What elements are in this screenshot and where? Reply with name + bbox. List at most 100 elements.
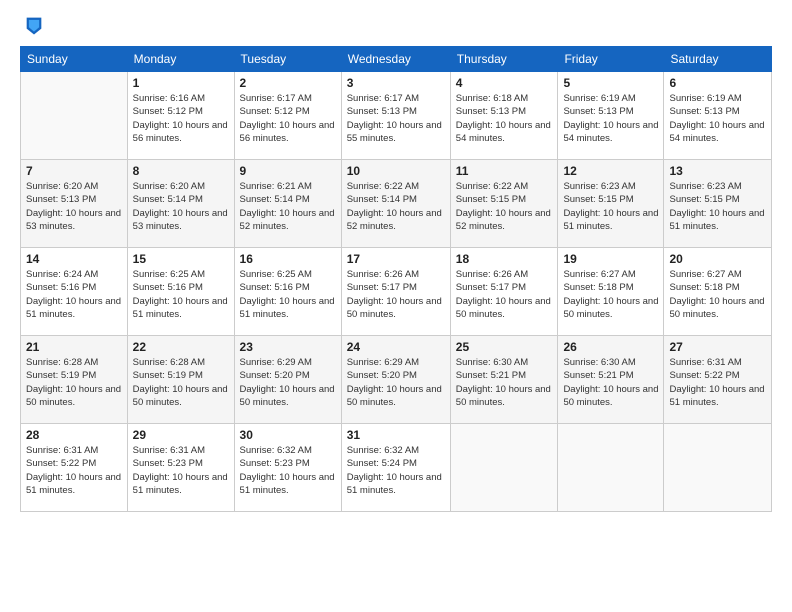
day-info: Sunrise: 6:21 AM Sunset: 5:14 PM Dayligh… [240, 180, 336, 233]
day-info: Sunrise: 6:27 AM Sunset: 5:18 PM Dayligh… [563, 268, 658, 321]
calendar-cell: 31 Sunrise: 6:32 AM Sunset: 5:24 PM Dayli… [341, 424, 450, 512]
day-number: 13 [669, 164, 766, 178]
day-info: Sunrise: 6:19 AM Sunset: 5:13 PM Dayligh… [563, 92, 658, 145]
day-number: 25 [456, 340, 553, 354]
day-number: 30 [240, 428, 336, 442]
day-number: 3 [347, 76, 445, 90]
day-info: Sunrise: 6:25 AM Sunset: 5:16 PM Dayligh… [133, 268, 229, 321]
calendar-cell: 29 Sunrise: 6:31 AM Sunset: 5:23 PM Dayli… [127, 424, 234, 512]
calendar-week-5: 28 Sunrise: 6:31 AM Sunset: 5:22 PM Dayli… [21, 424, 772, 512]
calendar-cell: 12Sunrise: 6:23 AM Sunset: 5:15 PM Dayli… [558, 160, 664, 248]
day-number: 20 [669, 252, 766, 266]
calendar-cell: 6 Sunrise: 6:19 AM Sunset: 5:13 PM Daylig… [664, 72, 772, 160]
day-number: 16 [240, 252, 336, 266]
calendar-cell: 17 Sunrise: 6:26 AM Sunset: 5:17 PM Dayli… [341, 248, 450, 336]
day-number: 8 [133, 164, 229, 178]
day-number: 4 [456, 76, 553, 90]
day-info: Sunrise: 6:31 AM Sunset: 5:23 PM Dayligh… [133, 444, 229, 497]
col-header-tuesday: Tuesday [234, 47, 341, 72]
day-number: 2 [240, 76, 336, 90]
day-info: Sunrise: 6:31 AM Sunset: 5:22 PM Dayligh… [669, 356, 766, 409]
day-number: 22 [133, 340, 229, 354]
day-number: 12 [563, 164, 658, 178]
calendar-cell: 16Sunrise: 6:25 AM Sunset: 5:16 PM Dayli… [234, 248, 341, 336]
day-number: 5 [563, 76, 658, 90]
day-info: Sunrise: 6:28 AM Sunset: 5:19 PM Dayligh… [133, 356, 229, 409]
calendar-cell: 20 Sunrise: 6:27 AM Sunset: 5:18 PM Dayli… [664, 248, 772, 336]
day-number: 21 [26, 340, 122, 354]
day-info: Sunrise: 6:29 AM Sunset: 5:20 PM Dayligh… [240, 356, 336, 409]
calendar-cell: 15Sunrise: 6:25 AM Sunset: 5:16 PM Dayli… [127, 248, 234, 336]
calendar-cell: 3 Sunrise: 6:17 AM Sunset: 5:13 PM Daylig… [341, 72, 450, 160]
calendar-week-4: 21 Sunrise: 6:28 AM Sunset: 5:19 PM Dayli… [21, 336, 772, 424]
calendar-cell [664, 424, 772, 512]
calendar-cell: 25 Sunrise: 6:30 AM Sunset: 5:21 PM Dayli… [450, 336, 558, 424]
day-info: Sunrise: 6:28 AM Sunset: 5:19 PM Dayligh… [26, 356, 122, 409]
day-info: Sunrise: 6:20 AM Sunset: 5:14 PM Dayligh… [133, 180, 229, 233]
calendar-cell: 11Sunrise: 6:22 AM Sunset: 5:15 PM Dayli… [450, 160, 558, 248]
calendar-week-3: 14 Sunrise: 6:24 AM Sunset: 5:16 PM Dayli… [21, 248, 772, 336]
day-number: 6 [669, 76, 766, 90]
calendar-cell: 30 Sunrise: 6:32 AM Sunset: 5:23 PM Dayli… [234, 424, 341, 512]
calendar-week-2: 7 Sunrise: 6:20 AM Sunset: 5:13 PM Daylig… [21, 160, 772, 248]
day-number: 23 [240, 340, 336, 354]
day-number: 10 [347, 164, 445, 178]
day-number: 9 [240, 164, 336, 178]
calendar-cell: 21 Sunrise: 6:28 AM Sunset: 5:19 PM Dayli… [21, 336, 128, 424]
calendar-cell: 13Sunrise: 6:23 AM Sunset: 5:15 PM Dayli… [664, 160, 772, 248]
day-info: Sunrise: 6:18 AM Sunset: 5:13 PM Dayligh… [456, 92, 553, 145]
day-number: 31 [347, 428, 445, 442]
col-header-monday: Monday [127, 47, 234, 72]
calendar-cell: 1Sunrise: 6:16 AM Sunset: 5:12 PM Daylig… [127, 72, 234, 160]
calendar-cell: 4 Sunrise: 6:18 AM Sunset: 5:13 PM Daylig… [450, 72, 558, 160]
day-info: Sunrise: 6:29 AM Sunset: 5:20 PM Dayligh… [347, 356, 445, 409]
day-number: 7 [26, 164, 122, 178]
calendar-header-row: SundayMondayTuesdayWednesdayThursdayFrid… [21, 47, 772, 72]
day-number: 28 [26, 428, 122, 442]
col-header-saturday: Saturday [664, 47, 772, 72]
day-info: Sunrise: 6:32 AM Sunset: 5:24 PM Dayligh… [347, 444, 445, 497]
col-header-thursday: Thursday [450, 47, 558, 72]
logo [20, 18, 47, 36]
day-number: 24 [347, 340, 445, 354]
calendar-cell [558, 424, 664, 512]
calendar-cell: 28 Sunrise: 6:31 AM Sunset: 5:22 PM Dayli… [21, 424, 128, 512]
day-info: Sunrise: 6:31 AM Sunset: 5:22 PM Dayligh… [26, 444, 122, 497]
calendar-cell: 24 Sunrise: 6:29 AM Sunset: 5:20 PM Dayli… [341, 336, 450, 424]
day-info: Sunrise: 6:30 AM Sunset: 5:21 PM Dayligh… [456, 356, 553, 409]
day-info: Sunrise: 6:22 AM Sunset: 5:14 PM Dayligh… [347, 180, 445, 233]
calendar-cell: 9 Sunrise: 6:21 AM Sunset: 5:14 PM Daylig… [234, 160, 341, 248]
day-number: 17 [347, 252, 445, 266]
day-info: Sunrise: 6:17 AM Sunset: 5:12 PM Dayligh… [240, 92, 336, 145]
calendar-cell: 18Sunrise: 6:26 AM Sunset: 5:17 PM Dayli… [450, 248, 558, 336]
day-info: Sunrise: 6:27 AM Sunset: 5:18 PM Dayligh… [669, 268, 766, 321]
day-number: 14 [26, 252, 122, 266]
day-number: 27 [669, 340, 766, 354]
col-header-sunday: Sunday [21, 47, 128, 72]
calendar-cell: 10 Sunrise: 6:22 AM Sunset: 5:14 PM Dayli… [341, 160, 450, 248]
calendar-cell: 19 Sunrise: 6:27 AM Sunset: 5:18 PM Dayli… [558, 248, 664, 336]
day-info: Sunrise: 6:26 AM Sunset: 5:17 PM Dayligh… [456, 268, 553, 321]
day-info: Sunrise: 6:26 AM Sunset: 5:17 PM Dayligh… [347, 268, 445, 321]
calendar-week-1: 1Sunrise: 6:16 AM Sunset: 5:12 PM Daylig… [21, 72, 772, 160]
calendar-cell: 27 Sunrise: 6:31 AM Sunset: 5:22 PM Dayli… [664, 336, 772, 424]
logo-icon [23, 14, 45, 36]
day-info: Sunrise: 6:20 AM Sunset: 5:13 PM Dayligh… [26, 180, 122, 233]
day-info: Sunrise: 6:32 AM Sunset: 5:23 PM Dayligh… [240, 444, 336, 497]
day-number: 29 [133, 428, 229, 442]
day-number: 26 [563, 340, 658, 354]
day-info: Sunrise: 6:24 AM Sunset: 5:16 PM Dayligh… [26, 268, 122, 321]
day-info: Sunrise: 6:22 AM Sunset: 5:15 PM Dayligh… [456, 180, 553, 233]
col-header-friday: Friday [558, 47, 664, 72]
day-info: Sunrise: 6:17 AM Sunset: 5:13 PM Dayligh… [347, 92, 445, 145]
calendar-cell: 7 Sunrise: 6:20 AM Sunset: 5:13 PM Daylig… [21, 160, 128, 248]
calendar-cell [21, 72, 128, 160]
calendar-cell: 26 Sunrise: 6:30 AM Sunset: 5:21 PM Dayli… [558, 336, 664, 424]
header [20, 18, 772, 36]
calendar-cell: 14 Sunrise: 6:24 AM Sunset: 5:16 PM Dayli… [21, 248, 128, 336]
calendar-cell [450, 424, 558, 512]
day-info: Sunrise: 6:30 AM Sunset: 5:21 PM Dayligh… [563, 356, 658, 409]
day-info: Sunrise: 6:19 AM Sunset: 5:13 PM Dayligh… [669, 92, 766, 145]
col-header-wednesday: Wednesday [341, 47, 450, 72]
day-number: 19 [563, 252, 658, 266]
